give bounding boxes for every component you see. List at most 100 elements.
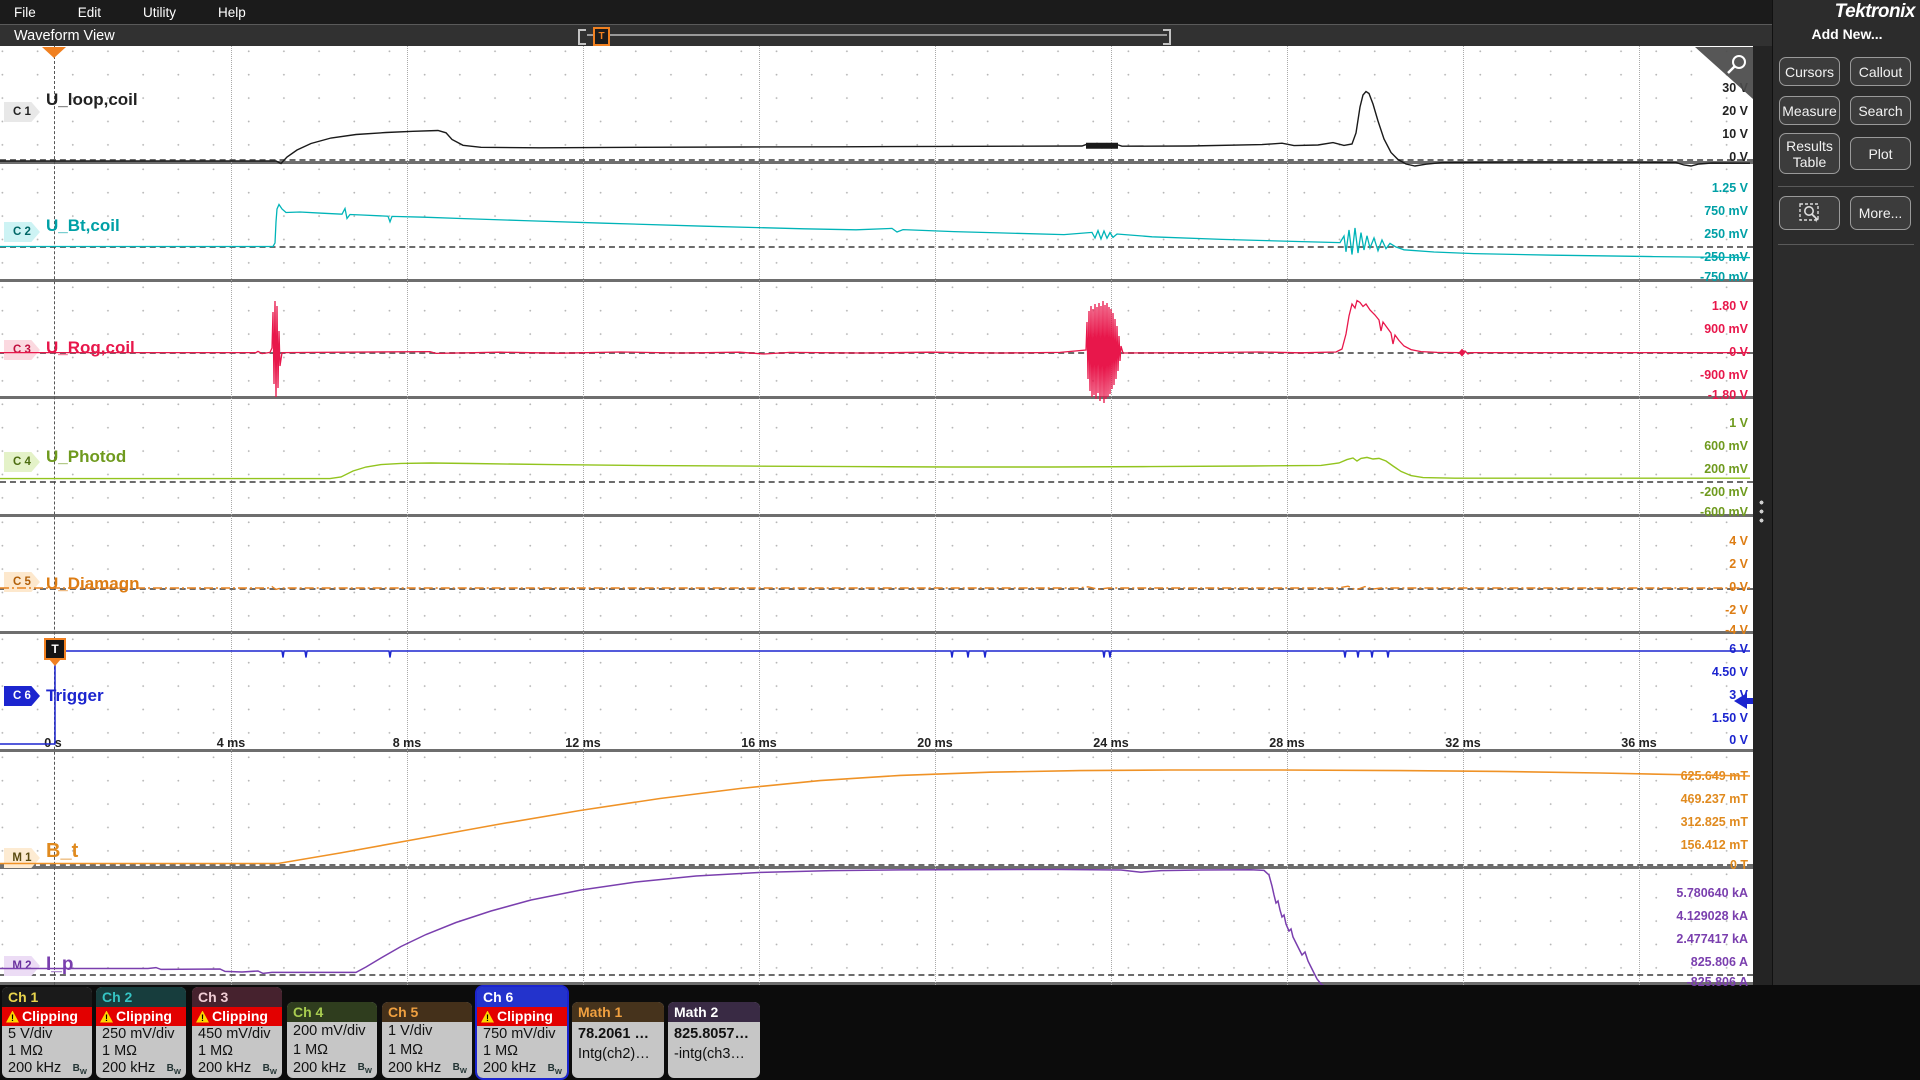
menu-file[interactable]: File: [14, 5, 36, 20]
scale-label: 4 V: [1729, 534, 1748, 548]
scale-setting: 250 mV/div: [102, 1026, 175, 1042]
drag-handle[interactable]: [1759, 498, 1764, 524]
badge-title: Ch 4: [287, 1002, 377, 1022]
trigger-position-icon[interactable]: [42, 47, 66, 58]
time-tick-label: 16 ms: [741, 736, 777, 750]
scale-label: 2.477417 kA: [1676, 932, 1748, 946]
ch5-zero-line: [0, 588, 1753, 590]
scale-label: 1.80 V: [1711, 299, 1748, 313]
time-tick-label: 0 s: [44, 736, 62, 750]
trigger-source-pointer-icon: [49, 659, 61, 666]
bw-limit-icon: BW: [72, 1063, 87, 1076]
impedance-setting: 1 MΩ: [198, 1043, 234, 1059]
scale-label: -2 V: [1725, 603, 1748, 617]
ch6-label[interactable]: Trigger: [46, 686, 104, 706]
scale-setting: 1 V/div: [388, 1023, 433, 1039]
scale-label: -250 mV: [1700, 250, 1748, 264]
zoom-select-button[interactable]: [1779, 196, 1840, 230]
scale-label: 1.50 V: [1711, 711, 1748, 725]
bottom-bar: Ch 1 ! Clipping 5 V/div 1 MΩ 200 kHz BW Ch…: [0, 985, 1920, 1080]
scale-label: 825.806 A: [1690, 955, 1748, 969]
ch2-label[interactable]: U_Bt,coil: [46, 216, 120, 236]
ch5-settings-badge[interactable]: Ch 5 1 V/div 1 MΩ 200 kHz BW: [382, 1002, 472, 1078]
ch4-label[interactable]: U_Photod: [46, 447, 126, 467]
sidebar-separator: [1778, 186, 1914, 187]
menu-utility[interactable]: Utility: [143, 5, 176, 20]
scale-label: 2 V: [1729, 557, 1748, 571]
bandwidth-setting: 200 kHz BW: [287, 1059, 377, 1078]
trigger-level-arrow-icon[interactable]: [1734, 693, 1747, 709]
search-button[interactable]: Search: [1850, 96, 1911, 125]
math1-label[interactable]: B_t: [46, 840, 78, 863]
gridline: [231, 46, 232, 985]
scale-label: 156.412 mT: [1680, 838, 1748, 852]
scale-label: 0 V: [1729, 150, 1748, 164]
math2-badge[interactable]: M 2: [4, 956, 40, 976]
results-table-button[interactable]: Results Table: [1779, 133, 1840, 174]
clipping-banner: ! Clipping: [477, 1007, 567, 1026]
clipping-banner: ! Clipping: [96, 1007, 186, 1026]
badge-title: Math 1: [572, 1002, 664, 1022]
time-tick-label: 32 ms: [1445, 736, 1481, 750]
ch3-zero-line: [0, 352, 1753, 354]
math1-settings-badge[interactable]: Math 1 78.2061 … Intg(ch2)…: [572, 1002, 664, 1078]
gridline: [759, 46, 760, 985]
more-button[interactable]: More...: [1850, 196, 1911, 230]
badge-title: Ch 6: [477, 987, 567, 1007]
gridline: [583, 46, 584, 985]
measure-button[interactable]: Measure: [1779, 96, 1840, 125]
slice-ch4: 1 V 600 mV 200 mV -200 mV -600 mV C 4 U_…: [0, 399, 1753, 519]
ch3-label[interactable]: U_Rog,coil: [46, 338, 135, 358]
scale-label: 0 V: [1729, 733, 1748, 747]
scale-label: 469.237 mT: [1680, 792, 1748, 806]
gridline: [1111, 46, 1112, 985]
time-tick-label: 24 ms: [1093, 736, 1129, 750]
tektronix-logo: Tektronix: [1834, 1, 1916, 22]
impedance-setting: 1 MΩ: [293, 1041, 329, 1058]
scale-label: 0 V: [1729, 345, 1748, 359]
ch1-zero-line: [0, 159, 1753, 161]
ch6-badge[interactable]: C 6: [4, 686, 40, 706]
callout-button[interactable]: Callout: [1850, 57, 1911, 86]
scale-label: 0 V: [1729, 580, 1748, 594]
menu-help[interactable]: Help: [218, 5, 246, 20]
ch4-badge[interactable]: C 4: [4, 452, 40, 472]
plot-button[interactable]: Plot: [1850, 137, 1911, 170]
cursors-button[interactable]: Cursors: [1779, 57, 1840, 86]
scale-setting: 450 mV/div: [198, 1026, 271, 1042]
slice-ch6: 6 V 4.50 V 3 V 1.50 V 0 V C 6 Trigger: [0, 634, 1753, 752]
tab-waveform-view[interactable]: Waveform View: [14, 28, 115, 44]
clipping-banner: ! Clipping: [2, 1007, 92, 1026]
scale-label: 600 mV: [1704, 439, 1748, 453]
math2-settings-badge[interactable]: Math 2 825.8057… -intg(ch3…: [668, 1002, 760, 1078]
gridline: [1287, 46, 1288, 985]
scale-setting: 5 V/div: [8, 1026, 53, 1042]
ch3-settings-badge[interactable]: Ch 3 ! Clipping 450 mV/div 1 MΩ 200 kHz BW: [192, 987, 282, 1078]
scale-label: 5.780640 kA: [1676, 886, 1748, 900]
math2-label[interactable]: I_p: [46, 954, 73, 976]
ch5-label[interactable]: U_Diamagn: [46, 574, 140, 594]
math-value: 825.8057…: [674, 1026, 749, 1042]
trigger-source-t-icon[interactable]: T: [44, 638, 66, 660]
ch1-badge[interactable]: C 1: [4, 102, 40, 122]
ch3-badge[interactable]: C 3: [4, 340, 40, 360]
warning-icon: !: [100, 1010, 113, 1023]
bandwidth-setting: 200 kHz BW: [382, 1059, 472, 1078]
scale-label: 200 mV: [1704, 462, 1748, 476]
ch4-settings-badge[interactable]: Ch 4 200 mV/div 1 MΩ 200 kHz BW: [287, 1002, 377, 1078]
scale-label: 900 mV: [1704, 322, 1748, 336]
ch6-settings-badge[interactable]: Ch 6 ! Clipping 750 mV/div 1 MΩ 200 kHz BW: [475, 985, 569, 1080]
ch1-label[interactable]: U_loop,coil: [46, 90, 138, 110]
ch1-settings-badge[interactable]: Ch 1 ! Clipping 5 V/div 1 MΩ 200 kHz BW: [2, 987, 92, 1078]
scale-label: 1 V: [1729, 416, 1748, 430]
overview-trigger-icon[interactable]: T: [593, 27, 610, 46]
slice-math1: 625.649 mT 469.237 mT 312.825 mT 156.412…: [0, 752, 1753, 872]
oscilloscope-screen: File Edit Utility Help Waveform View T 3…: [0, 0, 1920, 1080]
menu-edit[interactable]: Edit: [78, 5, 101, 20]
bw-limit-icon: BW: [262, 1063, 277, 1076]
bandwidth-setting: 200 kHz BW: [477, 1060, 567, 1077]
horizontal-overview-line[interactable]: [587, 34, 1167, 36]
ch2-settings-badge[interactable]: Ch 2 ! Clipping 250 mV/div 1 MΩ 200 kHz BW: [96, 987, 186, 1078]
ch2-badge[interactable]: C 2: [4, 222, 40, 242]
scale-setting: 750 mV/div: [483, 1026, 556, 1042]
